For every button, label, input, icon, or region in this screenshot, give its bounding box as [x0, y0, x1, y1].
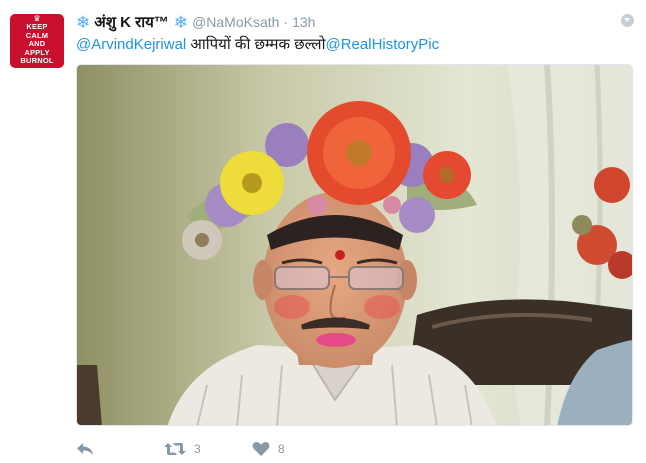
tweet-text-body: आपियों की छम्मक छल्लो — [186, 36, 326, 53]
snowflake-icon: ❄ — [76, 12, 91, 32]
heart-icon — [252, 441, 270, 456]
timestamp[interactable]: 13h — [292, 14, 315, 30]
avatar-text-line: BURNOL — [20, 56, 54, 65]
more-options-icon[interactable] — [621, 14, 634, 27]
snowflake-icon: ❄ — [173, 12, 189, 32]
photo-image — [77, 65, 632, 425]
mention-link[interactable]: @ArvindKejriwal — [76, 36, 186, 53]
tweet-header: ❄ अंशु K राय™ ❄ @NaMoKsath · 13h — [76, 12, 315, 32]
reply-button[interactable] — [76, 441, 164, 457]
retweet-button[interactable]: 3 — [164, 441, 252, 457]
separator-dot: · — [283, 14, 289, 30]
avatar[interactable]: ♛ KEEP CALM AND APPLY BURNOL — [10, 14, 64, 68]
user-handle[interactable]: @NaMoKsath — [192, 14, 279, 30]
retweet-icon — [164, 443, 186, 455]
like-count: 8 — [278, 442, 285, 456]
mention-link[interactable]: @RealHistoryPic — [326, 36, 440, 53]
retweet-count: 3 — [194, 442, 201, 456]
tweet-actions: 3 8 — [76, 440, 285, 458]
reply-icon — [77, 443, 93, 455]
tweet-text: @ArvindKejriwal आपियों की छम्मक छल्लो@Re… — [76, 34, 439, 54]
tweet-media-photo[interactable] — [76, 64, 633, 426]
display-name[interactable]: अंशु K राय™ — [94, 12, 169, 32]
like-button[interactable]: 8 — [252, 441, 285, 457]
